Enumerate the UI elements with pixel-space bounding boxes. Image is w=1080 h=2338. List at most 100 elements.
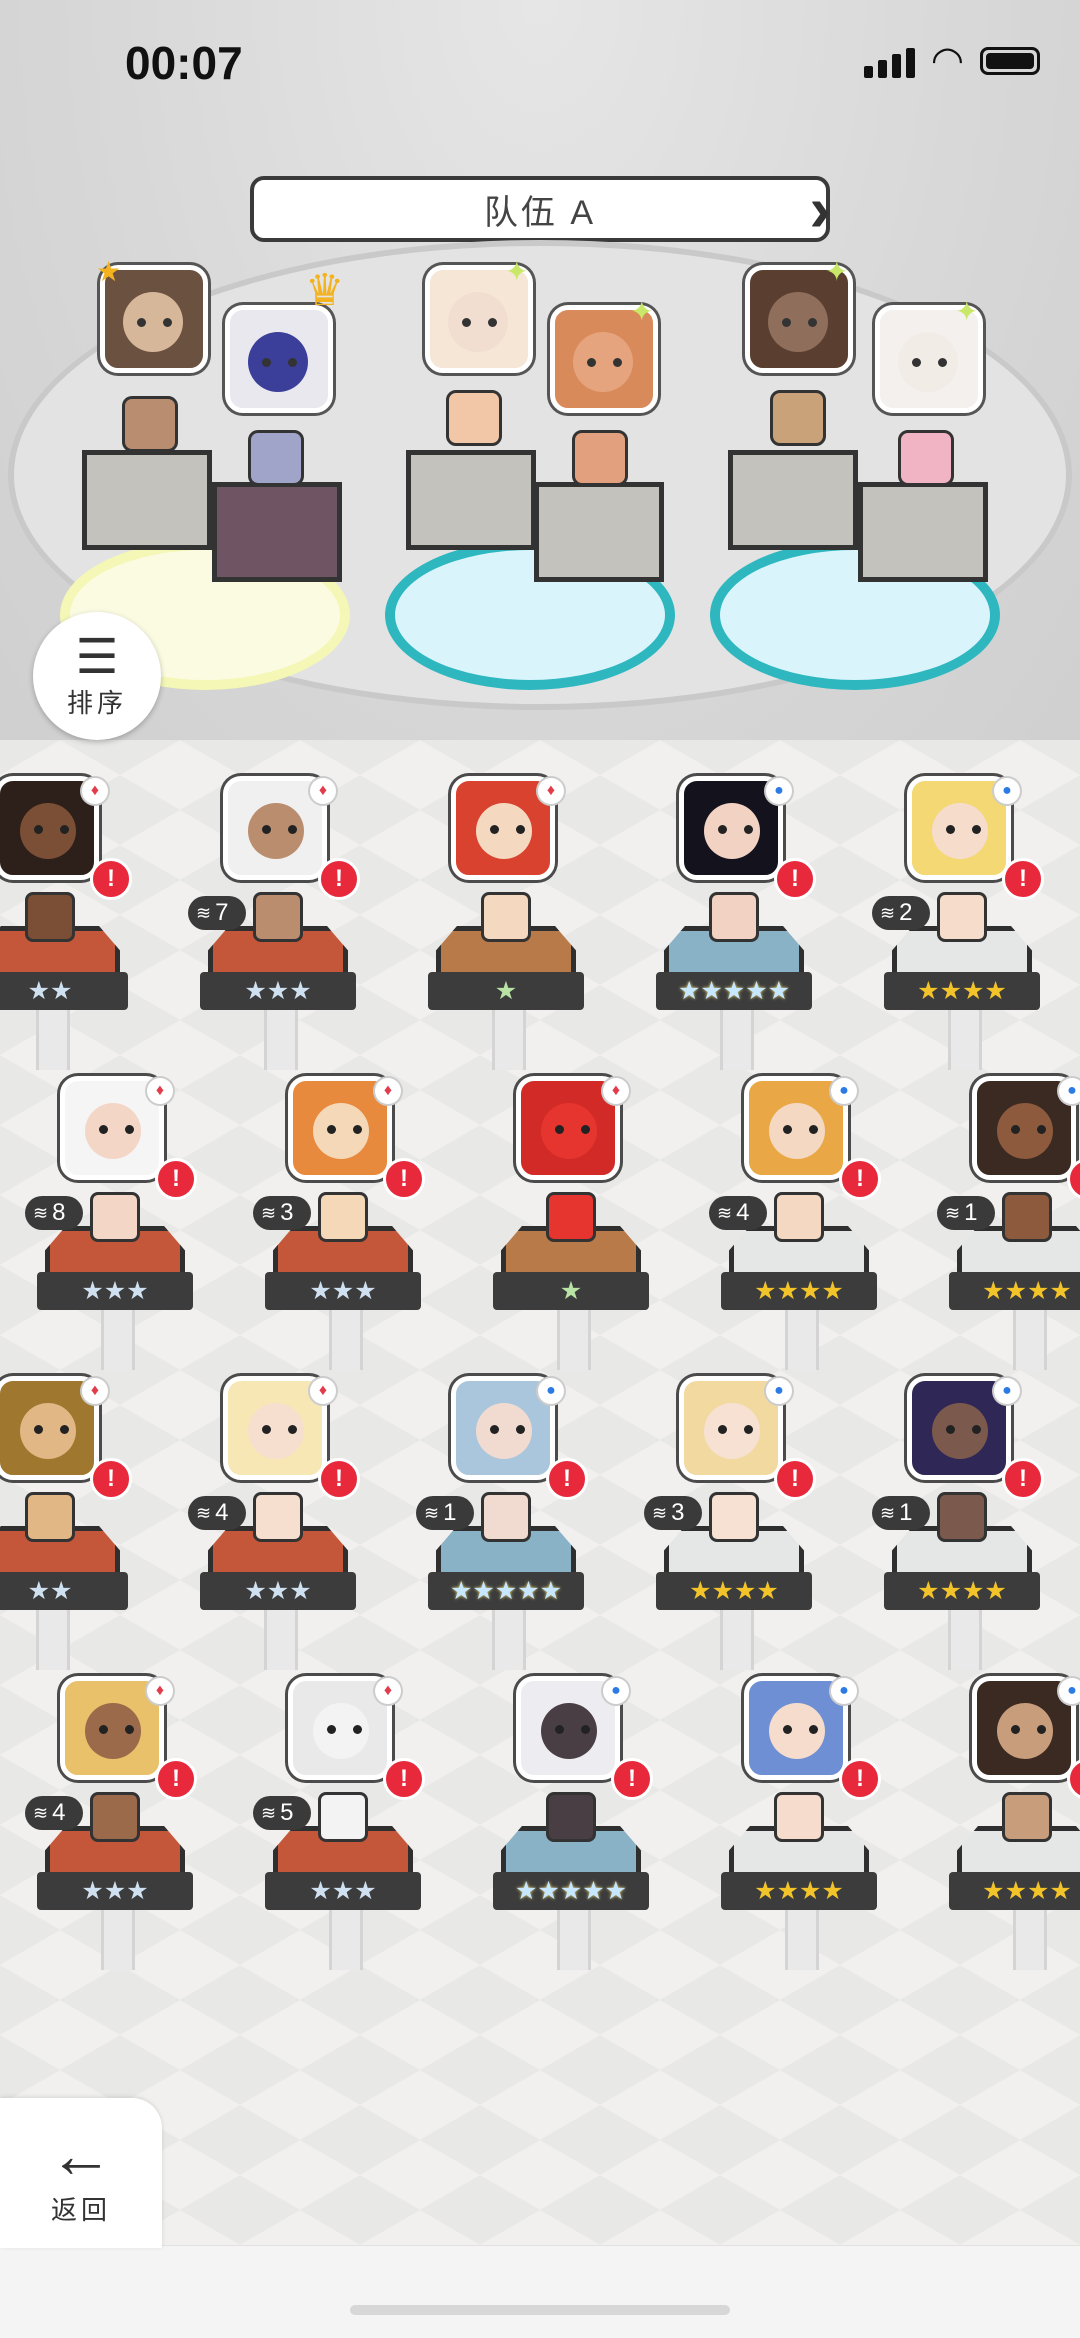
next-team-button[interactable]: › bbox=[800, 173, 840, 245]
hero-card[interactable]: ●! ★★★★★ bbox=[654, 776, 816, 1076]
red-class-icon: ♦ bbox=[603, 1078, 629, 1104]
hero-card[interactable]: ●! ★★★★★ bbox=[491, 1676, 653, 1976]
hero-card[interactable]: ♦! ★★★ ≋ 7 bbox=[188, 776, 360, 1076]
portrait-eye bbox=[587, 358, 596, 367]
team-pedestal-4[interactable] bbox=[534, 482, 664, 582]
hero-eye bbox=[783, 1125, 792, 1134]
hero-eye bbox=[581, 1725, 590, 1734]
hero-eye bbox=[1011, 1725, 1020, 1734]
star-rating: ★★★★ bbox=[721, 1872, 877, 1910]
hero-card[interactable]: ●!★★★★≋1 bbox=[872, 1376, 1044, 1676]
pedestal-pole bbox=[101, 1910, 135, 1970]
pedestal-pole bbox=[329, 1910, 363, 1970]
hero-sprite bbox=[90, 1792, 140, 1842]
blue-class-icon: ● bbox=[831, 1078, 857, 1104]
duplicate-count-badge: ≋ 1 bbox=[937, 1196, 995, 1230]
duplicate-count-badge: ≋ 8 bbox=[25, 1196, 83, 1230]
star-rating: ★★ bbox=[0, 972, 128, 1010]
hero-card[interactable]: ♦! ★★★ ≋ 4 bbox=[25, 1676, 197, 1976]
blue-class-icon: ● bbox=[994, 1378, 1020, 1404]
pedestal-pole bbox=[264, 1610, 298, 1670]
team-pedestal-6[interactable] bbox=[858, 482, 988, 582]
layers-icon: ≋ bbox=[196, 902, 212, 923]
hero-card[interactable]: ♦ ★ bbox=[426, 776, 586, 1076]
team-pedestal-2[interactable] bbox=[212, 482, 342, 582]
hero-eye bbox=[1037, 1125, 1046, 1134]
star-rating: ★★★ bbox=[200, 972, 356, 1010]
red-class-icon: ♦ bbox=[375, 1678, 401, 1704]
alert-badge-icon: ! bbox=[1002, 858, 1044, 900]
blue-class-icon: ● bbox=[603, 1678, 629, 1704]
pedestal-pole bbox=[785, 1910, 819, 1970]
hero-eye bbox=[60, 825, 69, 834]
hero-card[interactable]: ●! ★★★★ ≋ 4 bbox=[709, 1076, 881, 1376]
duplicate-count-badge: ≋ 4 bbox=[188, 1496, 246, 1530]
team-sprite-2 bbox=[248, 430, 304, 486]
duplicate-count: 4 bbox=[52, 1799, 66, 1826]
pedestal-pole bbox=[492, 1610, 526, 1670]
portrait-eye bbox=[488, 318, 497, 327]
hero-card[interactable]: ♦! ★★★ ≋ 3 bbox=[253, 1076, 425, 1376]
sparkle-icon: ✦ bbox=[505, 256, 529, 287]
hero-eye bbox=[946, 1425, 955, 1434]
team-pedestal-5[interactable] bbox=[728, 450, 858, 550]
back-button[interactable]: ← 返回 bbox=[0, 2098, 162, 2248]
team-pedestal-3[interactable] bbox=[406, 450, 536, 550]
team-portrait-2[interactable] bbox=[225, 305, 333, 413]
pedestal-pole bbox=[36, 1610, 70, 1670]
pedestal-pole bbox=[36, 1010, 70, 1070]
blue-class-icon: ● bbox=[1059, 1678, 1080, 1704]
alert-badge-icon: ! bbox=[611, 1758, 653, 1800]
duplicate-count: 7 bbox=[215, 899, 229, 926]
hero-card[interactable]: ●!★★★★≋1 bbox=[937, 1076, 1080, 1376]
team-name-banner: 队伍 A bbox=[250, 176, 830, 242]
duplicate-count: 4 bbox=[215, 1499, 229, 1526]
red-class-icon: ♦ bbox=[147, 1678, 173, 1704]
alert-badge-icon: ! bbox=[839, 1758, 881, 1800]
duplicate-count: 1 bbox=[443, 1499, 457, 1526]
pedestal-pole bbox=[720, 1010, 754, 1070]
red-class-icon: ♦ bbox=[310, 1378, 336, 1404]
hero-eye bbox=[718, 825, 727, 834]
hero-eye bbox=[972, 1425, 981, 1434]
duplicate-count: 3 bbox=[671, 1499, 685, 1526]
blue-class-icon: ● bbox=[994, 778, 1020, 804]
hero-card[interactable]: ♦! ★★★ ≋ 4 bbox=[188, 1376, 360, 1676]
hero-card[interactable]: ♦! ★★ bbox=[0, 1376, 132, 1676]
duplicate-count-badge: ≋ 5 bbox=[253, 1796, 311, 1830]
hero-card[interactable]: ●!★★★★ bbox=[947, 1676, 1080, 1976]
hero-card[interactable]: ●! ★★★★ ≋ 2 bbox=[872, 776, 1044, 1076]
alert-badge-icon: ! bbox=[774, 1458, 816, 1500]
hero-eye bbox=[353, 1725, 362, 1734]
hero-eye bbox=[34, 1425, 43, 1434]
hero-card[interactable]: ●!★★★★ bbox=[719, 1676, 881, 1976]
red-class-icon: ♦ bbox=[538, 778, 564, 804]
team-pedestal-1[interactable] bbox=[82, 450, 212, 550]
sparkle-icon: ✦ bbox=[825, 256, 849, 287]
alert-badge-icon: ! bbox=[155, 1758, 197, 1800]
hero-sprite bbox=[1002, 1792, 1052, 1842]
team-sprite-3 bbox=[446, 390, 502, 446]
hero-card[interactable]: ●! ★★★★★ ≋ 1 bbox=[416, 1376, 588, 1676]
alert-badge-icon: ! bbox=[155, 1158, 197, 1200]
pedestal-pole bbox=[492, 1010, 526, 1070]
hero-card[interactable]: ♦! ★★★ ≋ 5 bbox=[253, 1676, 425, 1976]
hero-sprite bbox=[937, 1492, 987, 1542]
hero-card[interactable]: ●! ★★★★ ≋ 3 bbox=[644, 1376, 816, 1676]
team-sprite-1 bbox=[122, 396, 178, 452]
hero-card[interactable]: ♦! ★★★ ≋ 8 bbox=[25, 1076, 197, 1376]
hero-eye bbox=[262, 1425, 271, 1434]
pedestal-pole bbox=[948, 1010, 982, 1070]
hero-card[interactable]: ♦! ★★ bbox=[0, 776, 132, 1076]
alert-badge-icon: ! bbox=[383, 1158, 425, 1200]
portrait-face bbox=[573, 332, 633, 392]
sort-button[interactable]: ☰ 排序 bbox=[33, 612, 161, 740]
hero-eye bbox=[744, 1425, 753, 1434]
hero-sprite bbox=[546, 1192, 596, 1242]
star-rating: ★★★ bbox=[265, 1272, 421, 1310]
portrait-eye bbox=[137, 318, 146, 327]
hero-eye bbox=[783, 1725, 792, 1734]
portrait-eye bbox=[288, 358, 297, 367]
duplicate-count: 2 bbox=[899, 899, 913, 926]
hero-card[interactable]: ♦ ★ bbox=[491, 1076, 651, 1376]
